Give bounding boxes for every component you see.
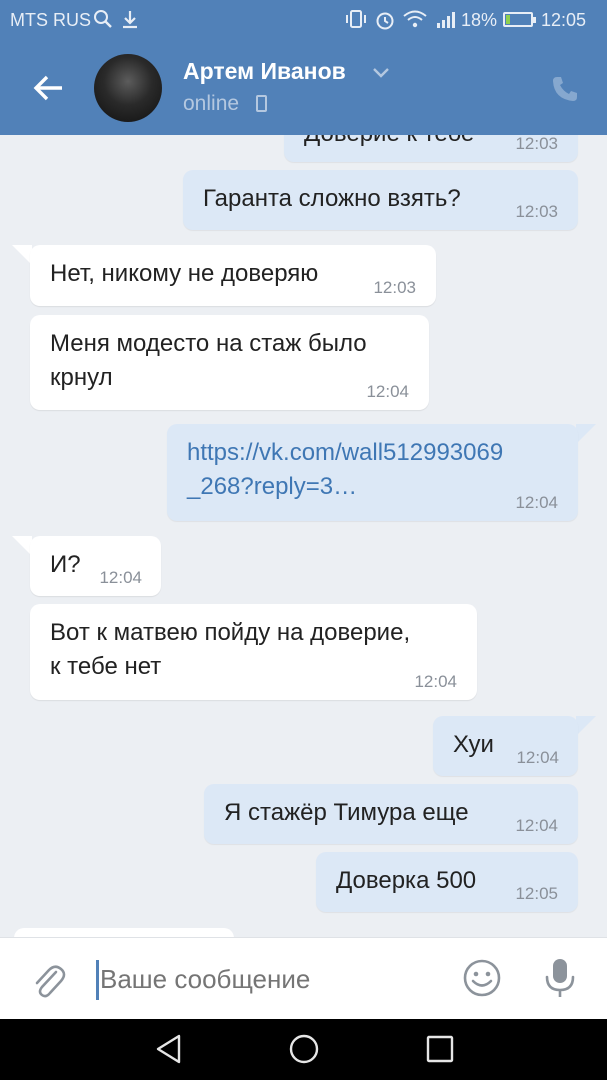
smile-icon[interactable] [462, 958, 502, 1003]
message-time: 12:04 [516, 748, 559, 767]
vibrate-icon [344, 9, 368, 34]
text-cursor [96, 960, 99, 1000]
message-time: 12:04 [515, 816, 558, 835]
message-outgoing[interactable]: Я стажёр Тимура еще 12:04 [204, 784, 578, 844]
battery-percent: 18% [461, 10, 498, 30]
search-icon [93, 9, 113, 34]
message-incoming[interactable]: Меня модесто на стаж было крнул 12:04 [30, 315, 429, 410]
message-outgoing[interactable]: Доверие к тебе 12:03 [284, 135, 578, 162]
microphone-icon[interactable] [542, 956, 578, 1005]
back-arrow-icon[interactable] [28, 68, 68, 108]
message-incoming[interactable]: Нет, никому не доверяю 12:03 [30, 245, 436, 306]
message-text: Доверка 500 [336, 867, 477, 894]
status-bar: MTS RUS 18% 12:05 [0, 0, 607, 40]
chat-header: Артем Иванов online [0, 40, 607, 135]
message-time: 12:03 [373, 278, 416, 297]
chevron-down-icon[interactable] [372, 66, 390, 84]
message-outgoing[interactable]: Гаранта сложно взять? 12:03 [183, 170, 578, 230]
carrier-label: MTS RUS [10, 10, 91, 30]
message-text: Я стажёр Тимура еще [224, 799, 469, 826]
message-time: 12:04 [366, 382, 409, 401]
wifi-icon [402, 9, 428, 34]
message-input[interactable] [100, 964, 440, 995]
battery-icon [503, 12, 536, 27]
status-time: 12:05 [541, 10, 587, 30]
presence-status: online [183, 92, 240, 115]
bubble-tail [12, 536, 32, 556]
message-time: 12:04 [99, 568, 142, 587]
message-text: Нет, никому не доверяю [50, 260, 319, 287]
contact-name[interactable]: Артем Иванов [183, 58, 346, 85]
message-time: 12:04 [414, 672, 457, 691]
phone-icon[interactable] [550, 74, 580, 109]
message-time: 12:04 [515, 493, 558, 512]
message-list[interactable]: Доверие к тебе 12:03 Гаранта сложно взят… [0, 135, 607, 937]
message-time: 12:05 [515, 884, 558, 903]
download-icon [120, 9, 140, 34]
message-link-line-2[interactable]: _268?reply=3… [187, 470, 357, 504]
message-text-line-2: крнул [50, 364, 113, 391]
message-link-line-1[interactable]: https://vk.com/wall512993069 [187, 436, 503, 470]
message-incoming[interactable]: Вот к матвею пойду на доверие, к тебе не… [30, 604, 477, 700]
message-text: Гаранта сложно взять? [203, 185, 461, 212]
mobile-device-icon [256, 95, 267, 112]
message-text: Хуи [453, 731, 494, 758]
avatar[interactable] [94, 54, 162, 122]
message-outgoing[interactable]: Хуи 12:04 [433, 716, 578, 776]
message-incoming[interactable]: И? 12:04 [30, 536, 161, 596]
message-time: 12:03 [515, 202, 558, 221]
bubble-tail [576, 716, 596, 736]
bubble-tail [12, 245, 32, 265]
message-outgoing[interactable]: Доверка 500 12:05 [316, 852, 578, 912]
top-bar: MTS RUS 18% 12:05 Артем Иванов online [0, 0, 607, 135]
bubble-tail [576, 424, 596, 444]
message-text-line-1: Меня модесто на стаж было [50, 330, 367, 357]
message-outgoing[interactable]: https://vk.com/wall512993069 _268?reply=… [167, 424, 578, 521]
message-time: 12:03 [515, 135, 558, 153]
nav-recents-icon[interactable] [425, 1033, 455, 1070]
message-text: И? [50, 551, 81, 578]
system-navigation-bar [0, 1019, 607, 1080]
composer-bar [0, 937, 607, 1019]
paperclip-icon[interactable] [30, 960, 66, 1005]
message-text-line-1: Вот к матвею пойду на доверие, [50, 619, 411, 646]
alarm-icon [374, 9, 396, 36]
nav-back-icon[interactable] [154, 1033, 184, 1070]
nav-home-icon[interactable] [288, 1033, 320, 1070]
message-text-line-2: к тебе нет [50, 653, 162, 680]
signal-icon [435, 9, 459, 34]
message-text: Доверие к тебе [304, 135, 474, 151]
message-incoming-partial[interactable] [14, 928, 234, 937]
